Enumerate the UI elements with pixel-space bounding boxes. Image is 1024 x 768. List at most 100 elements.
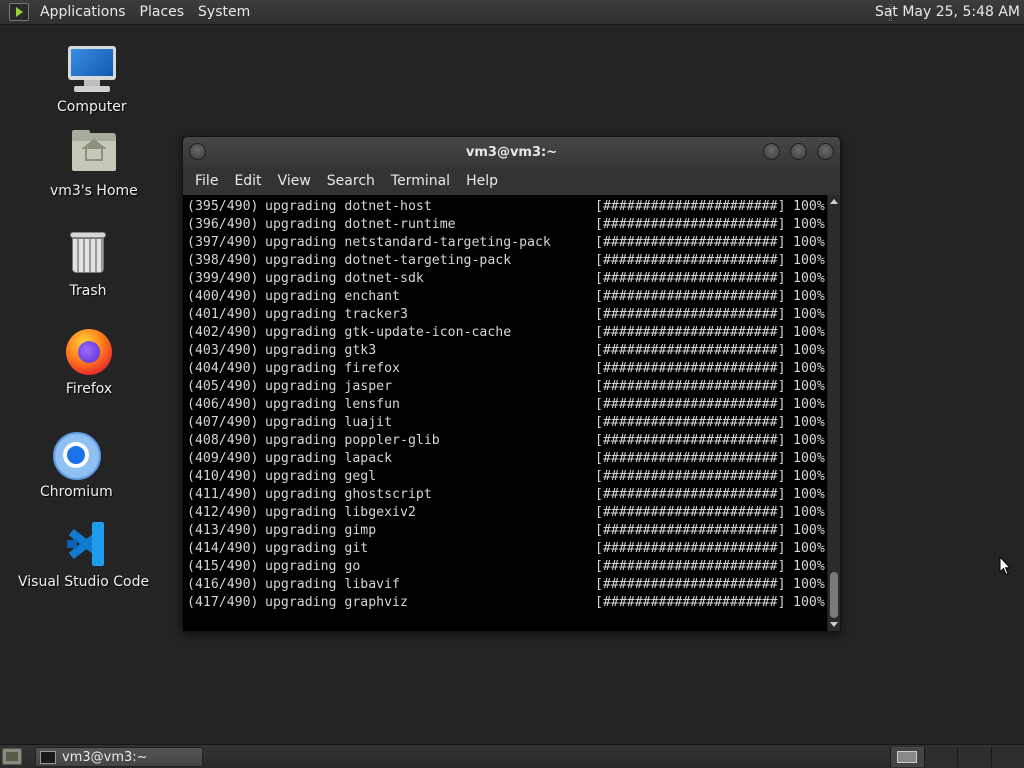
terminal-line: (408/490) upgrading poppler-glib [########… <box>187 432 828 450</box>
line-action: upgrading <box>265 289 337 304</box>
line-package: enchant <box>344 289 400 304</box>
line-index: (402/490) <box>187 325 259 340</box>
workspace-3[interactable] <box>957 747 991 767</box>
line-progress-bar: [######################] <box>595 559 786 574</box>
line-percent: 100% <box>793 487 825 502</box>
line-package: git <box>344 541 369 556</box>
top-panel: Applications Places System Sat May 25, 5… <box>0 0 1024 25</box>
maximize-button[interactable] <box>790 143 807 160</box>
line-action: upgrading <box>265 469 337 484</box>
menu-system[interactable]: System <box>191 0 257 25</box>
desktop-icon-label: Visual Studio Code <box>18 574 150 590</box>
line-progress-bar: [######################] <box>595 577 786 592</box>
terminal-window[interactable]: vm3@vm3:~ File Edit View Search Terminal… <box>182 136 841 632</box>
line-percent: 100% <box>793 433 825 448</box>
line-percent: 100% <box>793 577 825 592</box>
line-percent: 100% <box>793 289 825 304</box>
line-index: (397/490) <box>187 235 259 250</box>
line-index: (412/490) <box>187 505 259 520</box>
line-action: upgrading <box>265 235 337 250</box>
desktop-icon-vscode[interactable]: Visual Studio Code <box>18 520 149 590</box>
close-button[interactable] <box>817 143 834 160</box>
line-package: libgexiv2 <box>344 505 416 520</box>
line-action: upgrading <box>265 523 337 538</box>
line-package: gegl <box>344 469 377 484</box>
line-package: luajit <box>344 415 393 430</box>
menu-terminal[interactable]: Terminal <box>383 167 458 195</box>
desktop-icon-chromium[interactable]: Chromium <box>40 430 113 500</box>
show-desktop-icon[interactable] <box>2 748 22 765</box>
window-menu-button[interactable] <box>189 143 206 160</box>
line-action: upgrading <box>265 559 337 574</box>
vscode-icon <box>58 520 110 570</box>
desktop-icon-label: Chromium <box>40 484 113 500</box>
line-package: jasper <box>344 379 393 394</box>
distro-logo-icon[interactable] <box>9 3 29 21</box>
desktop-icon-trash[interactable]: Trash <box>62 229 114 299</box>
line-action: upgrading <box>265 199 337 214</box>
line-progress-bar: [######################] <box>595 595 786 610</box>
menu-places[interactable]: Places <box>133 0 192 25</box>
line-percent: 100% <box>793 271 825 286</box>
line-percent: 100% <box>793 469 825 484</box>
line-action: upgrading <box>265 343 337 358</box>
line-progress-bar: [######################] <box>595 361 786 376</box>
scroll-down-arrow-icon[interactable] <box>830 622 838 627</box>
line-progress-bar: [######################] <box>595 541 786 556</box>
line-index: (409/490) <box>187 451 259 466</box>
workspace-1[interactable] <box>890 747 924 767</box>
desktop-icon-label: vm3's Home <box>50 183 138 199</box>
line-progress-bar: [######################] <box>595 523 786 538</box>
desktop-icon-firefox[interactable]: Firefox <box>63 327 115 397</box>
line-percent: 100% <box>793 523 825 538</box>
workspace-4[interactable] <box>990 747 1024 767</box>
terminal-line: (412/490) upgrading libgexiv2 [###########… <box>187 504 828 522</box>
line-percent: 100% <box>793 451 825 466</box>
menu-applications[interactable]: Applications <box>33 0 133 25</box>
line-percent: 100% <box>793 505 825 520</box>
line-index: (398/490) <box>187 253 259 268</box>
line-index: (410/490) <box>187 469 259 484</box>
line-progress-bar: [######################] <box>595 487 786 502</box>
line-index: (414/490) <box>187 541 259 556</box>
window-titlebar[interactable]: vm3@vm3:~ <box>183 137 840 167</box>
line-action: upgrading <box>265 487 337 502</box>
terminal-output[interactable]: (395/490) upgrading dotnet-host [#########… <box>183 195 828 631</box>
line-index: (415/490) <box>187 559 259 574</box>
line-package: gtk3 <box>344 343 377 358</box>
terminal-line: (401/490) upgrading tracker3 [############… <box>187 306 828 324</box>
line-package: go <box>344 559 361 574</box>
line-percent: 100% <box>793 415 825 430</box>
line-index: (411/490) <box>187 487 259 502</box>
terminal-line: (405/490) upgrading jasper [##############… <box>187 378 828 396</box>
taskbar-item-label: vm3@vm3:~ <box>62 749 148 765</box>
line-progress-bar: [######################] <box>595 397 786 412</box>
scroll-up-arrow-icon[interactable] <box>830 199 838 204</box>
computer-icon <box>66 45 118 95</box>
terminal-scrollbar[interactable] <box>827 195 840 631</box>
line-package: ghostscript <box>344 487 432 502</box>
menu-help[interactable]: Help <box>458 167 506 195</box>
workspace-2[interactable] <box>923 747 957 767</box>
scroll-thumb[interactable] <box>830 572 838 618</box>
workspace-switcher[interactable] <box>890 747 1024 767</box>
line-index: (406/490) <box>187 397 259 412</box>
menu-view[interactable]: View <box>270 167 319 195</box>
clock[interactable]: Sat May 25, 5:48 AM <box>865 0 1020 25</box>
line-progress-bar: [######################] <box>595 469 786 484</box>
firefox-icon <box>63 327 115 377</box>
terminal-line: (406/490) upgrading lensfun [#############… <box>187 396 828 414</box>
line-action: upgrading <box>265 379 337 394</box>
line-index: (403/490) <box>187 343 259 358</box>
line-index: (399/490) <box>187 271 259 286</box>
menu-file[interactable]: File <box>187 167 226 195</box>
terminal-line: (417/490) upgrading graphviz [############… <box>187 594 828 612</box>
desktop-icon-home[interactable]: vm3's Home <box>50 129 138 199</box>
menu-search[interactable]: Search <box>319 167 383 195</box>
taskbar-item-terminal[interactable]: vm3@vm3:~ <box>35 747 203 767</box>
menu-edit[interactable]: Edit <box>226 167 269 195</box>
desktop-icon-computer[interactable]: Computer <box>57 45 127 115</box>
minimize-button[interactable] <box>763 143 780 160</box>
line-progress-bar: [######################] <box>595 235 786 250</box>
line-action: upgrading <box>265 361 337 376</box>
